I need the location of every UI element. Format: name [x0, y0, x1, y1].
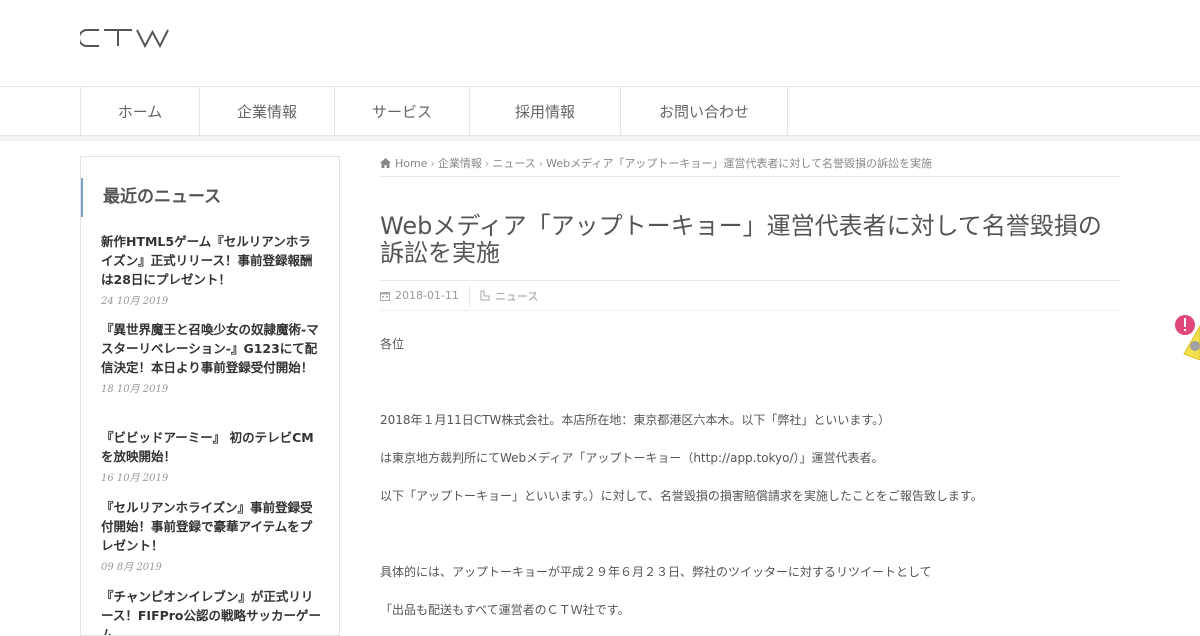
main-content: Home › 企業情報 › ニュース › Webメディア「アップトーキョー」運営… [380, 150, 1120, 617]
floating-notification-badge[interactable] [1174, 314, 1200, 361]
article-category[interactable]: ニュース [495, 288, 538, 304]
list-item: 新作HTML5ゲーム『セルリアンホライズン』正式リリース！事前登録報酬は28日に… [101, 232, 323, 307]
nav-item-home[interactable]: ホーム [81, 86, 200, 136]
article-title: Webメディア「アップトーキョー」運営代表者に対して名誉毀損の訴訟を実施 [380, 213, 1120, 281]
article-date-wrap: 2018-01-11 [380, 289, 469, 302]
folder-icon [480, 290, 490, 301]
alert-badge-icon [1175, 315, 1200, 361]
post-title-link[interactable]: 『セルリアンホライズン』事前登録受付開始！事前登録で豪華アイテムをプレゼント！ [101, 498, 323, 555]
article-meta: 2018-01-11 ニュース [380, 281, 1120, 311]
nav-item-services[interactable]: サービス [335, 86, 470, 136]
article-paragraph: は東京地方裁判所にてWebメディア「アップトーキョー（http://app.to… [380, 451, 884, 465]
breadcrumb-separator: › [538, 156, 544, 170]
article-paragraph: 以下「アップトーキョー」といいます。）に対して、名誉毀損の損害賠償請求を実施した… [380, 489, 983, 503]
list-item: 『ビビッドアーミー』 初のテレビCMを放映開始！ 16 10月 2019 [101, 428, 323, 484]
post-date: 09 8月 2019 [101, 562, 162, 573]
breadcrumb-separator: › [430, 156, 435, 170]
meta-divider [468, 285, 470, 306]
home-icon [380, 158, 391, 168]
article-paragraph: 「出品も配送もすべて運営者のＣＴＷ社です。 [380, 603, 630, 617]
site-logo[interactable] [78, 27, 180, 53]
post-title-link[interactable]: 新作HTML5ゲーム『セルリアンホライズン』正式リリース！事前登録報酬は28日に… [101, 232, 323, 289]
ctw-logo-icon [78, 29, 169, 49]
breadcrumb-item-company[interactable]: 企業情報 [438, 155, 482, 171]
site-header [0, 0, 1200, 86]
list-item: 『異世界魔王と召喚少女の奴隷魔術-マスターリベレーション-』G123にて配信決定… [101, 320, 323, 395]
breadcrumb: Home › 企業情報 › ニュース › Webメディア「アップトーキョー」運営… [380, 150, 1120, 177]
post-title-link[interactable]: 『異世界魔王と召喚少女の奴隷魔術-マスターリベレーション-』G123にて配信決定… [101, 320, 323, 377]
breadcrumb-current: Webメディア「アップトーキョー」運営代表者に対して名誉毀損の訴訟を実施 [546, 157, 933, 170]
breadcrumb-item-news[interactable]: ニュース [492, 155, 535, 171]
post-date: 16 10月 2019 [101, 473, 169, 484]
post-title-link[interactable]: 『ビビッドアーミー』 初のテレビCMを放映開始！ [101, 428, 323, 466]
post-date: 24 10月 2019 [101, 296, 169, 307]
article-category-wrap[interactable]: ニュース [480, 288, 548, 304]
post-date: 18 10月 2019 [101, 384, 169, 395]
article-paragraph: 各位 [380, 337, 405, 351]
post-title-link[interactable]: 『チャンピオンイレブン』が正式リリース！FIFPro公認の戦略サッカーゲーム [101, 587, 323, 635]
breadcrumb-home[interactable]: Home [395, 157, 427, 170]
article-paragraph: 具体的には、アップトーキョーが平成２９年６月２３日、弊社のツイッターに対するリツ… [380, 565, 932, 579]
nav-item-company[interactable]: 企業情報 [200, 86, 335, 136]
calendar-icon [380, 291, 390, 301]
sidebar: 最近のニュース 新作HTML5ゲーム『セルリアンホライズン』正式リリース！事前登… [80, 156, 340, 636]
list-item: 『チャンピオンイレブン』が正式リリース！FIFPro公認の戦略サッカーゲーム [101, 587, 323, 635]
article-paragraph: 2018年１月11日CTW株式会社。本店所在地：東京都港区六本木。以下「弊社」と… [380, 413, 891, 427]
nav-item-contact[interactable]: お問い合わせ [621, 86, 788, 136]
nav-item-recruit[interactable]: 採用情報 [470, 86, 621, 136]
article-date: 2018-01-11 [395, 289, 459, 302]
list-item: 『セルリアンホライズン』事前登録受付開始！事前登録で豪華アイテムをプレゼント！ … [101, 498, 323, 573]
widget-title: 最近のニュース [81, 178, 321, 217]
main-nav: ホーム 企業情報 サービス 採用情報 お問い合わせ [0, 86, 1200, 136]
breadcrumb-separator: › [484, 156, 490, 170]
